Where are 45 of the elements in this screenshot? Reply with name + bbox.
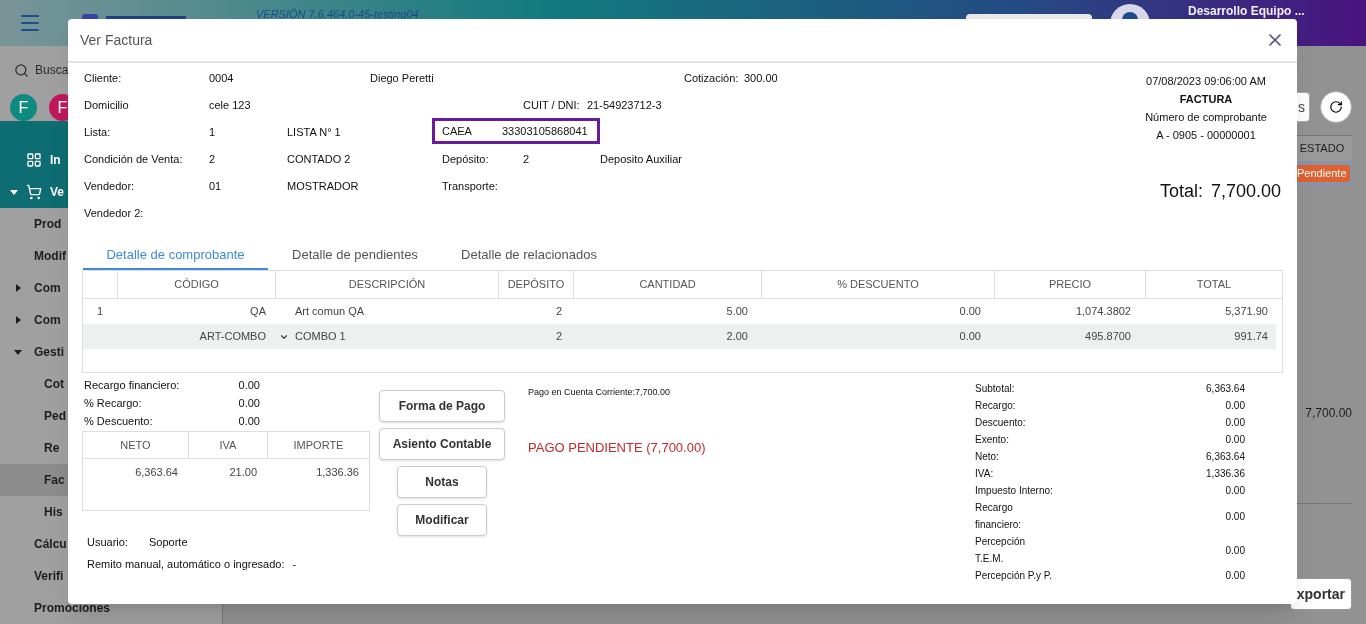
dialog: Ver Factura Cliente: 0004 Diego Peretti Cotización: 300.00 Domicilio cele 123 CUIT / DNI: 21-54923712-3 Lista: 1 LISTA N° 1 CAEA 33303105868041 Condición de Venta: 2 CONTADO 2 Depósito: 2 Deposito Auxiliar Vendedor: 01 MOSTRADOR Transporte: Vendedor 2: 07/08/2023 09:06:00 AM FACTURA Número de comprobante A - 0905 - 00000001 Total: 7,700.00 Detalle de comprobante Detalle de pendientes Detalle de relacionados CÓDIGO DESCRIPCIÓN DEPÓSITO CANTIDAD % DESCUENTO PRECIO TOTAL 1 QA Art comun QA 2 5.00 0.00 1,074.3802 5,371.90 ART-COMBO COMBO 1 2 2.00 0.00 495.8700 991.74 Recargo financiero: 0.00 % Recargo: 0.00 % Descuento: 0.00 NETO IVA IMPORTE 6,363.64 21.00 1,336.36 Usuario: Soporte Remito manual, automático o ingresado: - Forma de Pago Asiento Contable Notas Modificar Pago en Cuenta Corriente:7,700.00 PAGO PENDIENTE (7,700.00) Subtotal: 6,363.64 Recargo: 0.00 Descuento: 0.00 Exento: 0.00 Neto: 6,363.64 IVA: 1,336.36 Impuesto Interno: 0.00 Recargo financiero: 0.00 Percepción T.E.M. 0.00 Percepción P.y P. 0.00 [68,19,1297,604]
table-cell-text: 21.00 [229,464,257,480]
table-cell-text: 5.00 [726,304,748,320]
table-cell-text: 5,371.90 [1225,304,1268,320]
table-cell-text: 495.8700 [1085,329,1131,345]
column-header: CÓDIGO [174,277,219,293]
table-cell-text: 1,336.36 [316,464,359,480]
table-cell-text: 0.00 [959,304,981,320]
table-cell-text: 1 [96,304,104,320]
version-text: VERSIÓN 7.6.464.0-45-testing04 [256,7,419,22]
column-header: IVA [219,437,237,453]
table-cell-text: 2 [555,329,562,345]
table-cell-text: 991.74 [1234,329,1268,345]
document-type: FACTURA [1179,92,1233,107]
client-name: Diego Peretti [370,72,435,86]
table-cell-text: COMBO 1 [295,329,346,345]
table-cell-text: 2 [555,304,562,320]
table-cell-text: ART-COMBO [199,329,266,345]
document-number: A - 0905 - 00000001 [1156,128,1256,143]
user-name: Desarrollo Equipo ... [1188,3,1306,20]
table-cell-text: Art comun QA [295,304,365,320]
caea-highlight: CAEA 33303105868041 [432,118,600,144]
table-cell-text: 7,700.00 [1305,405,1352,422]
column-header: DESCRIPCIÓN [348,277,426,293]
table-cell-text: QA [250,304,266,320]
payment-status: PAGO PENDIENTE (7,700.00) [528,438,707,457]
search-placeholder: Busca [35,62,69,79]
document-number-label: Número de comprobante [1145,110,1267,125]
column-header: TOTAL [1196,277,1232,293]
table-cell-text: 0.00 [959,329,981,345]
status-badge: Pendiente [1294,165,1350,182]
total-label: Total: [1159,182,1203,200]
column-header: PRECIO [1048,277,1092,293]
column-header: CANTIDAD [639,277,696,293]
column-header: NETO [120,437,151,453]
table-cell-text: 1,074.3802 [1075,304,1131,320]
payment-note: Pago en Cuenta Corriente:7,700.00 [528,386,672,399]
dialog-title: Ver Factura [80,30,153,50]
document-date: 07/08/2023 09:06:00 AM [1146,74,1266,89]
column-header: % DESCUENTO [837,277,919,293]
column-header: DEPÓSITO [507,277,565,293]
total-value: 7,700.00 [1210,182,1281,200]
table-cell-text: 2.00 [726,329,748,345]
column-header: IMPORTE [293,437,344,453]
table-cell-text: 6,363.64 [135,464,178,480]
